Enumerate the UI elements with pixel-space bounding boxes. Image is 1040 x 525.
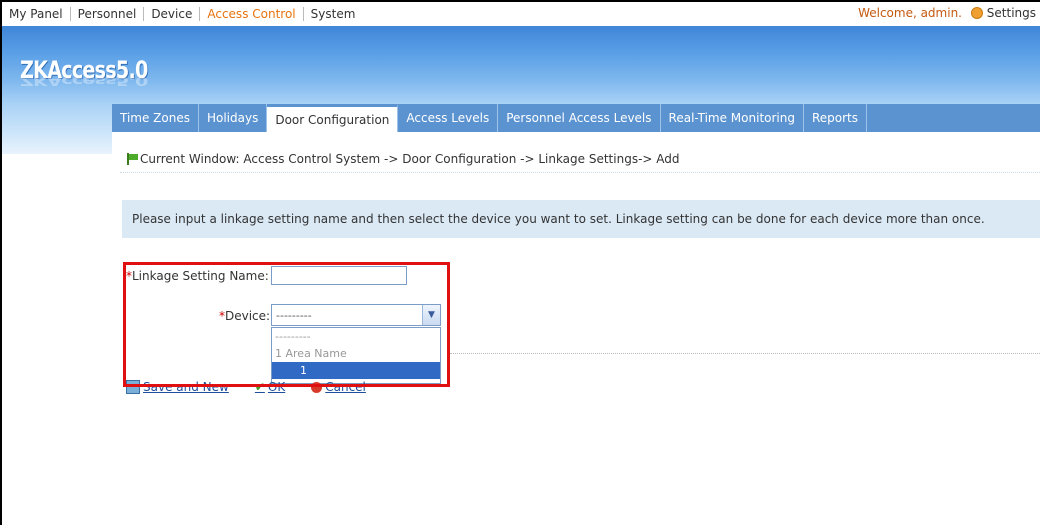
app-logo-reflection: ZKAccess5.0: [20, 74, 148, 88]
menu-personnel[interactable]: Personnel: [71, 7, 145, 21]
settings-link[interactable]: Settings: [970, 6, 1036, 20]
tab-door-configuration[interactable]: Door Configuration: [267, 104, 399, 132]
banner: ZKAccess5.0 ZKAccess5.0: [2, 26, 1040, 104]
breadcrumb: Current Window: Access Control System ->…: [126, 152, 680, 166]
menu-device[interactable]: Device: [144, 7, 201, 21]
info-text: Please input a linkage setting name and …: [132, 212, 985, 226]
highlight-box: [123, 262, 450, 387]
settings-icon: [970, 7, 983, 19]
menu-access-control[interactable]: Access Control: [200, 7, 304, 21]
flag-icon: [126, 153, 138, 165]
settings-label: Settings: [986, 6, 1036, 20]
tab-bar: Time Zones Holidays Door Configuration A…: [112, 104, 1040, 132]
left-pane: [2, 104, 112, 154]
divider: [450, 353, 1040, 354]
tab-time-zones[interactable]: Time Zones: [112, 104, 199, 132]
breadcrumb-text: Current Window: Access Control System ->…: [140, 152, 680, 166]
menu-system[interactable]: System: [304, 7, 363, 21]
tab-real-time-monitoring[interactable]: Real-Time Monitoring: [661, 104, 804, 132]
divider: [120, 172, 1040, 173]
tab-holidays[interactable]: Holidays: [199, 104, 268, 132]
menu-my-panel[interactable]: My Panel: [2, 7, 71, 21]
tab-access-levels[interactable]: Access Levels: [398, 104, 499, 132]
tab-reports[interactable]: Reports: [804, 104, 868, 132]
welcome-text: Welcome, admin.: [858, 6, 962, 20]
info-banner: Please input a linkage setting name and …: [122, 200, 1040, 238]
tab-personnel-access-levels[interactable]: Personnel Access Levels: [498, 104, 661, 132]
